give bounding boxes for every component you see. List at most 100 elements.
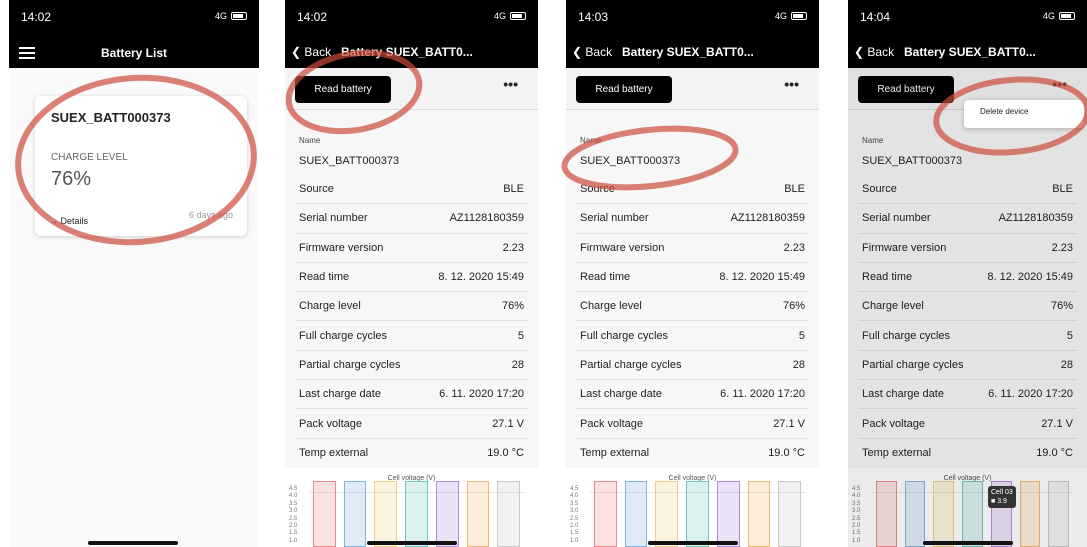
phone-battery-list: 14:02 4G Battery List SUEX_BATT000373 CH… (9, 0, 259, 547)
row-label: Source (299, 182, 334, 195)
cell-voltage-bar[interactable] (778, 481, 801, 547)
page-title: Battery SUEX_BATT0... (341, 45, 473, 59)
row-label: Pack voltage (299, 417, 362, 430)
menu-overlay[interactable] (848, 68, 1087, 547)
status-bar: 14:03 4G (566, 0, 819, 40)
row-value: BLE (784, 182, 805, 195)
cell-voltage-bar[interactable] (435, 481, 459, 547)
signal-indicator: 4G (775, 11, 807, 21)
name-label: Name (580, 136, 602, 145)
row-label: Firmware version (580, 241, 665, 254)
chevron-left-icon: ❮ (291, 45, 302, 59)
row-label: Read time (299, 271, 350, 284)
status-bar: 14:02 4G (285, 0, 538, 40)
tooltip-title: Cell 03 (991, 489, 1013, 496)
nav-bar: Battery List (9, 38, 259, 68)
charge-level-value: 76% (51, 168, 92, 190)
row-label: Last charge date (299, 388, 381, 401)
chevron-left-icon: ❮ (572, 45, 583, 59)
y-tick-label: 1.0 (289, 537, 298, 544)
battery-status-icon (791, 12, 807, 20)
read-battery-button[interactable]: Read battery (295, 76, 391, 103)
cell-voltage-bar[interactable] (655, 481, 679, 547)
delete-device-menu-item[interactable]: Delete device (964, 100, 1084, 128)
row-value: 76% (782, 300, 805, 313)
row-label: Pack voltage (580, 417, 643, 430)
cell-voltage-bar[interactable] (343, 481, 367, 547)
bar-area (309, 481, 524, 547)
detail-row: Full charge cycles 5 (295, 320, 528, 349)
name-label: Name (299, 136, 321, 145)
y-tick-label: 1.5 (289, 530, 298, 537)
status-time: 14:04 (860, 10, 891, 24)
bar-area (590, 481, 805, 547)
cell-voltage-bar[interactable] (313, 481, 336, 547)
network-label: 4G (1042, 11, 1055, 21)
detail-row: Partial charge cycles 28 (295, 349, 528, 379)
home-indicator (648, 541, 738, 545)
row-value: 19.0 °C (487, 446, 524, 459)
phone-battery-detail: 14:04 4G ❮ Back Battery SUEX_BATT0... Re… (848, 0, 1087, 547)
row-label: Temp external (580, 446, 650, 459)
status-bar: 14:02 4G (9, 0, 259, 40)
row-value: 2.23 (783, 241, 805, 254)
read-battery-button[interactable]: Read battery (576, 76, 672, 103)
detail-row: Pack voltage 27.1 V (295, 408, 528, 437)
page-title: Battery List (100, 46, 168, 60)
more-options-icon[interactable]: ••• (784, 76, 799, 92)
cell-voltage-chart: Cell voltage (V) 4.5 4.0 3.5 3.0 2.5 2.0 1.5 1.… (285, 468, 538, 547)
row-value: 6. 11. 2020 17:20 (720, 388, 805, 401)
row-value: 28 (511, 358, 524, 371)
more-options-icon[interactable]: ••• (503, 76, 518, 92)
y-tick-label: 2.0 (289, 523, 298, 530)
detail-row: Source BLE (576, 174, 809, 203)
battery-card[interactable]: SUEX_BATT000373 CHARGE LEVEL 76% → Detai… (35, 96, 247, 236)
cell-voltage-bar[interactable] (686, 481, 709, 547)
last-read-ago: 6 days ago (188, 210, 233, 220)
cell-voltage-bar[interactable] (497, 481, 520, 547)
back-button[interactable]: ❮ Back (291, 45, 331, 59)
row-label: Last charge date (580, 388, 662, 401)
network-label: 4G (493, 11, 506, 21)
detail-row: Last charge date 6. 11. 2020 17:20 (576, 379, 809, 408)
detail-list: Source BLE Serial number AZ1128180359 Firmwa… (576, 174, 809, 467)
y-tick-label: 2.0 (570, 523, 579, 530)
battery-status-icon (231, 12, 247, 20)
cell-voltage-bar[interactable] (624, 481, 648, 547)
back-button[interactable]: ❮ Back (854, 45, 894, 59)
row-value: 27.1 V (492, 417, 524, 430)
row-label: Serial number (580, 212, 649, 225)
detail-row: Firmware version 2.23 (576, 232, 809, 262)
battery-status-icon (1059, 12, 1075, 20)
detail-row: Serial number AZ1128180359 (295, 203, 528, 232)
page-title: Battery SUEX_BATT0... (622, 45, 754, 59)
cell-voltage-bar[interactable] (716, 481, 740, 547)
y-tick-label: 3.0 (570, 508, 579, 515)
tooltip-value: ■ 3.9 (991, 498, 1007, 505)
row-value: 27.1 V (773, 417, 805, 430)
row-value: 6. 11. 2020 17:20 (439, 388, 524, 401)
row-label: Charge level (299, 300, 361, 313)
row-label: Temp external (299, 446, 369, 459)
cell-voltage-bar[interactable] (747, 481, 771, 547)
back-button[interactable]: ❮ Back (572, 45, 612, 59)
cell-voltage-bar[interactable] (594, 481, 617, 547)
row-label: Read time (580, 271, 631, 284)
network-label: 4G (774, 11, 787, 21)
back-label: Back (304, 45, 332, 59)
row-label: Partial charge cycles (580, 358, 682, 371)
row-label: Full charge cycles (299, 329, 388, 342)
signal-indicator: 4G (215, 11, 247, 21)
row-label: Serial number (299, 212, 368, 225)
page-title: Battery SUEX_BATT0... (904, 45, 1036, 59)
y-tick-label: 3.5 (570, 500, 579, 507)
y-tick-label: 1.0 (570, 537, 579, 544)
cell-voltage-bar[interactable] (466, 481, 490, 547)
signal-indicator: 4G (494, 11, 526, 21)
y-tick-label: 3.0 (289, 508, 298, 515)
details-link[interactable]: → Details (49, 216, 88, 226)
cell-voltage-bar[interactable] (405, 481, 428, 547)
cell-voltage-bar[interactable] (374, 481, 398, 547)
toolbar: Read battery ••• (566, 68, 819, 110)
y-tick-label: 1.5 (570, 530, 579, 537)
